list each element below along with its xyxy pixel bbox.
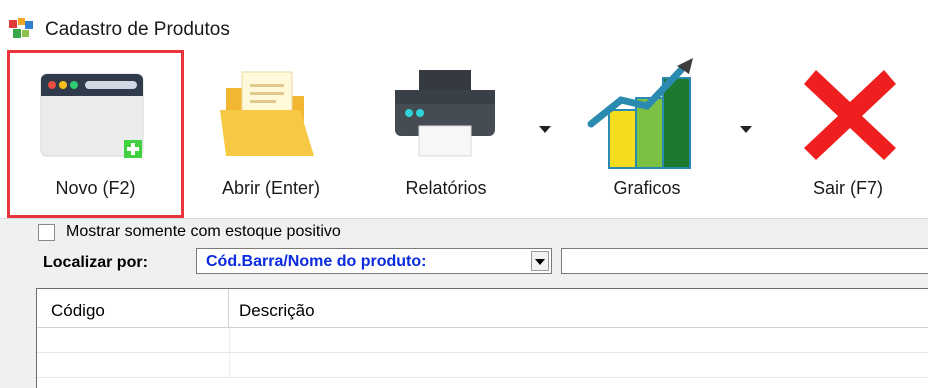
reports-button-label: Relatórios: [405, 178, 487, 198]
column-header-description[interactable]: Descrição: [229, 289, 928, 327]
open-button-label: Abrir (Enter): [221, 178, 320, 198]
reports-dropdown-caret[interactable]: [539, 126, 551, 133]
search-by-dropdown-button[interactable]: [531, 251, 549, 271]
table-header: Código Descrição: [37, 289, 928, 328]
table-row[interactable]: [37, 328, 928, 353]
new-window-icon: [40, 73, 144, 158]
search-by-value: Cód.Barra/Nome do produto:: [206, 253, 427, 270]
positive-stock-label: Mostrar somente com estoque positivo: [66, 223, 341, 240]
column-header-code[interactable]: Código: [37, 289, 229, 327]
products-table[interactable]: Código Descrição: [36, 288, 928, 388]
window-title: Cadastro de Produtos: [45, 19, 230, 40]
toolbar: Novo (F2) Abrir (Enter) Relatórios Grafi…: [0, 50, 928, 219]
column-divider: [229, 328, 230, 352]
reports-button[interactable]: Relatórios: [376, 50, 516, 218]
folder-open-icon: [220, 71, 314, 156]
open-button[interactable]: Abrir (Enter): [196, 50, 346, 218]
charts-dropdown-caret[interactable]: [740, 126, 752, 133]
bar-chart-icon: [587, 58, 693, 169]
charts-button[interactable]: Graficos: [573, 50, 721, 218]
exit-button-label: Sair (F7): [812, 178, 883, 198]
new-button-label: Novo (F2): [55, 178, 136, 198]
filter-panel: Mostrar somente com estoque positivo Loc…: [0, 218, 928, 280]
column-divider: [229, 353, 230, 377]
close-x-icon: [804, 70, 896, 160]
new-button[interactable]: Novo (F2): [7, 50, 184, 218]
title-bar: Cadastro de Produtos: [0, 0, 928, 50]
exit-button[interactable]: Sair (F7): [780, 50, 916, 218]
search-by-label: Localizar por:: [43, 254, 148, 271]
search-input[interactable]: [561, 248, 928, 274]
chevron-down-icon: [535, 259, 545, 265]
table-row[interactable]: [37, 353, 928, 378]
charts-button-label: Graficos: [613, 178, 681, 198]
app-icon: [9, 18, 33, 38]
positive-stock-checkbox[interactable]: [38, 224, 55, 241]
printer-icon: [395, 70, 495, 157]
search-by-select[interactable]: Cód.Barra/Nome do produto:: [196, 248, 552, 274]
